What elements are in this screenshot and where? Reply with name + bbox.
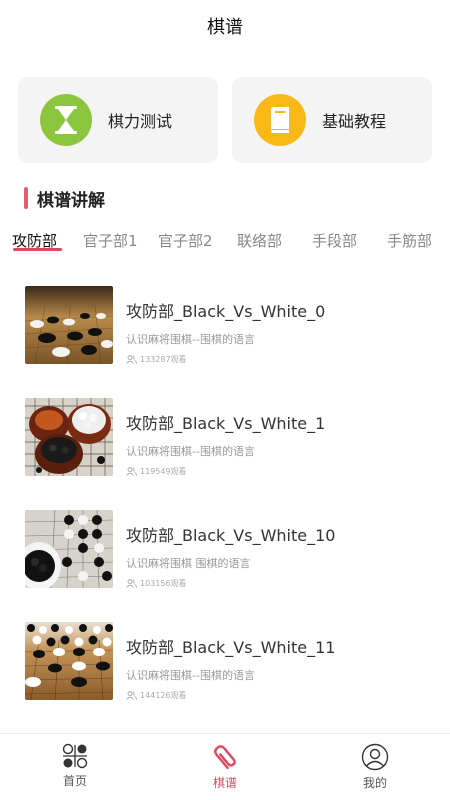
view-count: 144126观看: [126, 689, 187, 701]
section-header: 棋谱讲解: [24, 186, 105, 211]
section-title: 棋谱讲解: [37, 190, 105, 211]
view-count: 103156观看: [126, 577, 187, 589]
list-item[interactable]: 攻防部_Black_Vs_White_11 认识麻将围棋--围棋的语言 1441…: [0, 622, 450, 702]
paperclip-icon: [214, 745, 236, 770]
view-count-text: 103156观看: [140, 578, 187, 588]
view-count-text: 133287观看: [140, 354, 187, 364]
category-tabs: 攻防部 官子部1 官子部2 联络部 手段部 手筋部: [0, 228, 450, 260]
go-stones-icon: [62, 743, 88, 769]
tab-tesuji[interactable]: 手筋部: [387, 230, 432, 251]
nav-profile-label: 我的: [362, 776, 387, 790]
user-icon: [361, 743, 389, 771]
go-bowls-thumbnail: [25, 398, 113, 476]
tab-endgame-1[interactable]: 官子部1: [83, 230, 138, 251]
nav-home-label: 首页: [62, 774, 87, 788]
item-title: 攻防部_Black_Vs_White_1: [126, 414, 326, 433]
item-title: 攻防部_Black_Vs_White_11: [126, 638, 336, 657]
nav-home[interactable]: 首页: [0, 734, 150, 800]
viewers-icon: [126, 578, 137, 588]
skill-test-card[interactable]: 棋力测试: [18, 77, 218, 163]
tab-endgame-2[interactable]: 官子部2: [158, 230, 213, 251]
hourglass-icon: [40, 94, 92, 146]
bottom-navigation: 首页 棋谱 我的: [0, 733, 450, 800]
view-count: 133287观看: [126, 353, 187, 365]
viewers-icon: [126, 690, 137, 700]
item-description: 认识麻将围棋--围棋的语言: [126, 333, 255, 346]
item-description: 认识麻将围棋--围棋的语言: [126, 445, 255, 458]
view-count-text: 144126观看: [140, 690, 187, 700]
nav-records-label: 棋谱: [212, 776, 237, 790]
list-item[interactable]: 攻防部_Black_Vs_White_10 认识麻将围棋 围棋的语言 10315…: [0, 510, 450, 590]
list-item[interactable]: 攻防部_Black_Vs_White_1 认识麻将围棋--围棋的语言 11954…: [0, 398, 450, 478]
view-count: 119549观看: [126, 465, 187, 477]
item-description: 认识麻将围棋 围棋的语言: [126, 557, 251, 570]
skill-test-label: 棋力测试: [108, 112, 173, 131]
active-tab-underline: [13, 248, 62, 251]
item-title: 攻防部_Black_Vs_White_0: [126, 302, 326, 321]
page-title: 棋谱: [207, 17, 243, 38]
tab-techniques[interactable]: 手段部: [312, 230, 357, 251]
book-icon: [254, 94, 306, 146]
go-board-thumbnail: [25, 286, 113, 364]
item-description: 认识麻将围棋--围棋的语言: [126, 669, 255, 682]
tab-connection[interactable]: 联络部: [237, 230, 282, 251]
quick-actions: 棋力测试 基础教程: [18, 77, 432, 163]
go-board-thumbnail: [25, 622, 113, 700]
basic-tutorial-card[interactable]: 基础教程: [232, 77, 432, 163]
list-item[interactable]: 攻防部_Black_Vs_White_0 认识麻将围棋--围棋的语言 13328…: [0, 286, 450, 366]
section-accent-bar: [24, 187, 28, 209]
nav-records[interactable]: 棋谱: [150, 734, 300, 800]
viewers-icon: [126, 354, 137, 364]
viewers-icon: [126, 466, 137, 476]
nav-profile[interactable]: 我的: [300, 734, 450, 800]
go-board-thumbnail: [25, 510, 113, 588]
view-count-text: 119549观看: [140, 466, 187, 476]
item-title: 攻防部_Black_Vs_White_10: [126, 526, 336, 545]
basic-tutorial-label: 基础教程: [322, 112, 387, 131]
